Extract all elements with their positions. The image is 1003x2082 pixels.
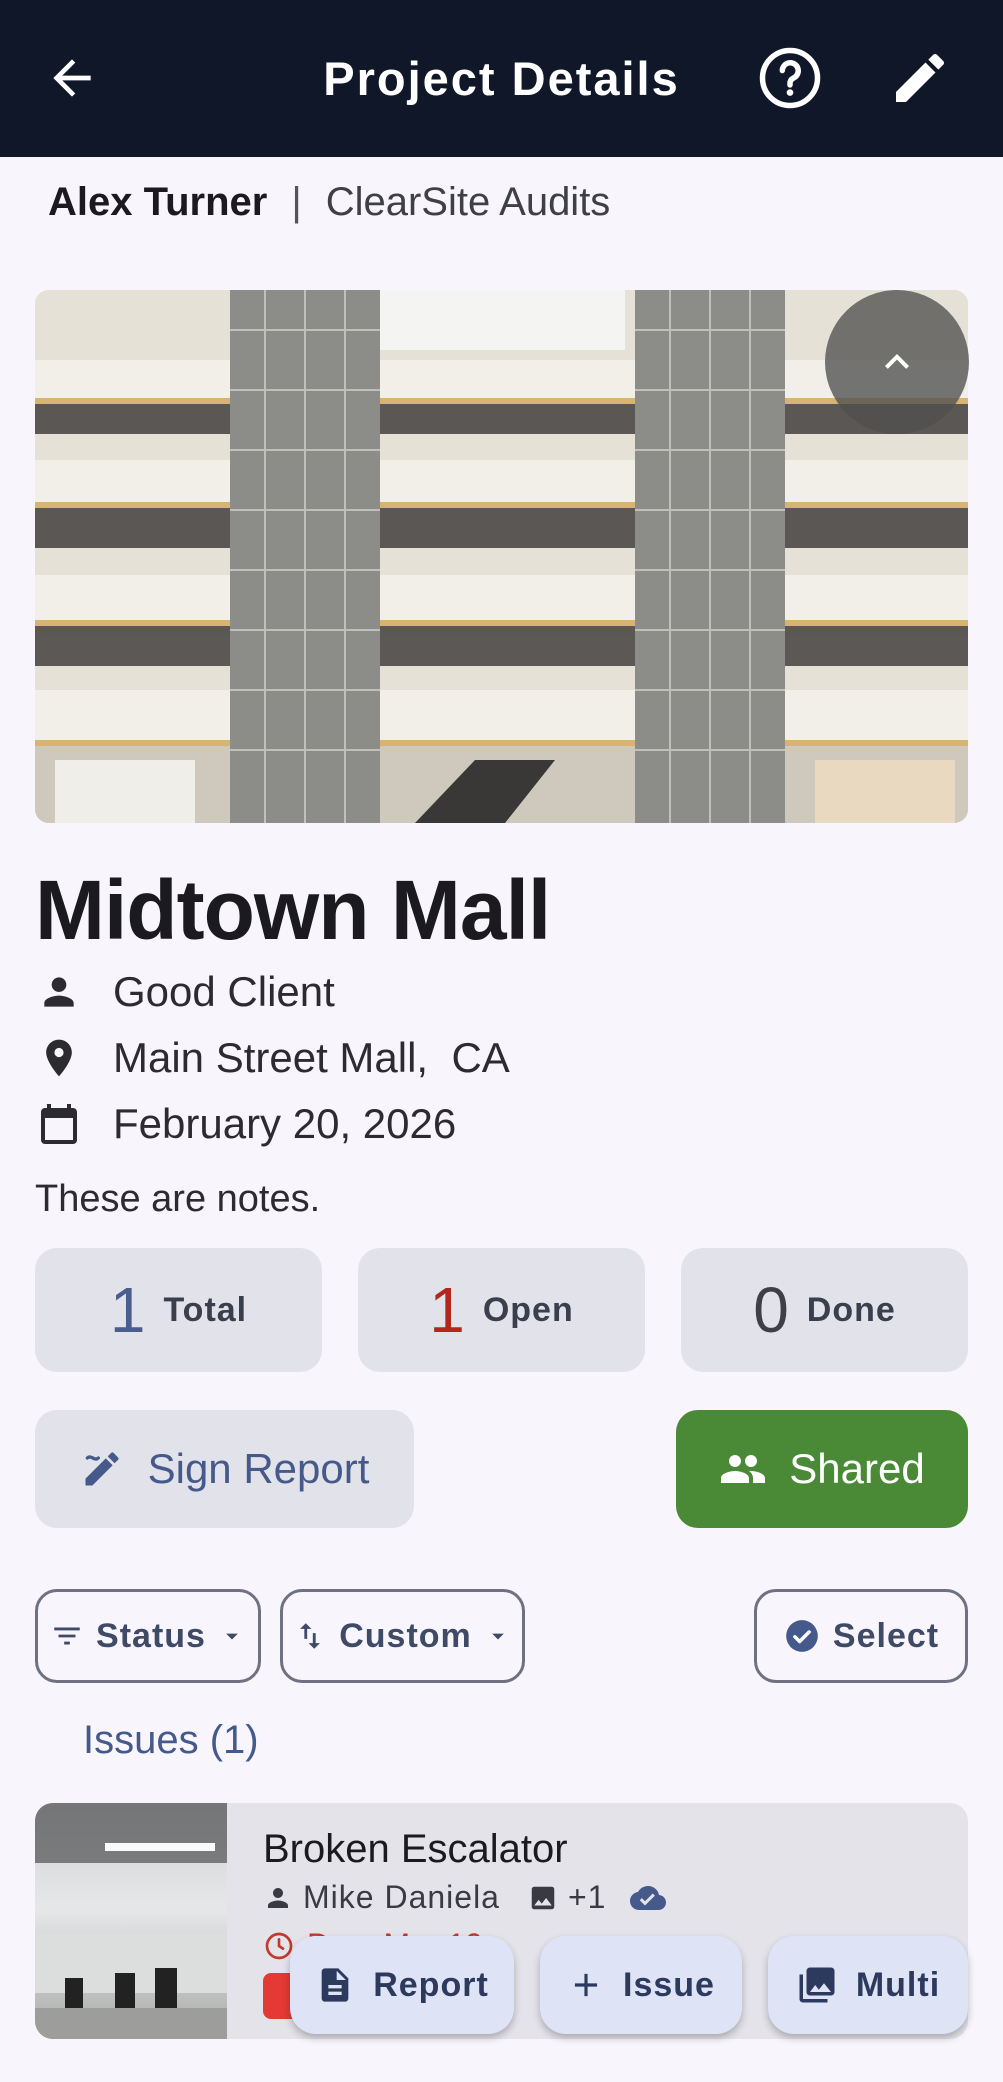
sign-report-button[interactable]: Sign Report <box>35 1410 414 1528</box>
stat-open[interactable]: 1 Open <box>358 1248 645 1372</box>
status-filter-label: Status <box>96 1616 206 1655</box>
select-label: Select <box>832 1616 940 1655</box>
issue-title: Broken Escalator <box>263 1827 568 1871</box>
user-company-line: Alex Turner | ClearSite Audits <box>48 180 610 225</box>
page-title: Project Details <box>323 52 680 105</box>
client-name: Good Client <box>113 968 335 1015</box>
arrow-back-icon <box>53 59 91 97</box>
project-name: Midtown Mall <box>35 863 551 957</box>
filter-list-icon <box>54 1627 80 1645</box>
issue-assignee: Mike Daniela <box>303 1879 500 1915</box>
stat-total[interactable]: 1 Total <box>35 1248 322 1372</box>
location-text: Main Street Mall, CA <box>113 1034 510 1081</box>
report-fab[interactable]: Report <box>290 1936 514 2034</box>
chevron-up-icon <box>885 354 909 369</box>
location-pin-icon <box>35 1034 83 1082</box>
photo-library-icon <box>799 1967 835 2003</box>
sort-chip[interactable]: Custom <box>280 1589 525 1683</box>
shared-button[interactable]: Shared <box>676 1410 968 1528</box>
image-icon <box>531 1886 555 1909</box>
people-icon <box>721 1455 766 1483</box>
project-date: February 20, 2026 <box>113 1100 457 1147</box>
project-notes: These are notes. <box>35 1178 321 1220</box>
multi-photo-fab-label: Multi <box>855 1965 941 2004</box>
shared-label: Shared <box>789 1445 925 1492</box>
stat-open-value: 1 <box>429 1274 465 1346</box>
add-issue-fab-label: Issue <box>623 1965 715 2004</box>
person-icon <box>35 968 83 1016</box>
edit-button[interactable] <box>880 38 960 118</box>
user-name: Alex Turner <box>48 180 268 224</box>
back-button[interactable] <box>32 38 112 118</box>
separator: | <box>291 180 302 224</box>
calendar-icon <box>35 1100 83 1148</box>
pencil-icon <box>896 53 945 102</box>
sort-arrows-icon <box>300 1623 321 1649</box>
plus-icon <box>574 1973 598 1997</box>
document-icon <box>321 1968 349 2002</box>
dropdown-arrow-icon <box>226 1633 238 1640</box>
sort-label: Custom <box>339 1616 472 1655</box>
stat-done-label: Done <box>806 1290 896 1329</box>
client-row: Good Client <box>35 968 335 1016</box>
collapse-photo-button[interactable] <box>825 290 969 434</box>
multi-photo-fab[interactable]: Multi <box>768 1936 968 2034</box>
select-chip[interactable]: Select <box>754 1589 968 1683</box>
stat-total-value: 1 <box>109 1274 146 1346</box>
stat-done-value: 0 <box>753 1274 789 1346</box>
stat-open-label: Open <box>482 1290 574 1329</box>
report-fab-label: Report <box>373 1965 489 2004</box>
person-icon <box>268 1887 288 1908</box>
status-filter-chip[interactable]: Status <box>35 1589 261 1683</box>
issues-heading: Issues (1) <box>83 1718 259 1762</box>
help-circle-icon <box>759 47 821 109</box>
office-image <box>35 1803 227 2039</box>
stat-total-label: Total <box>163 1290 248 1329</box>
app-bar: Project Details <box>0 0 1003 157</box>
cloud-done-icon <box>630 1885 667 1910</box>
issue-photo <box>35 1803 227 2039</box>
add-issue-fab[interactable]: Issue <box>540 1936 742 2034</box>
issue-meta: Mike Daniela +1 <box>263 1879 667 1916</box>
check-circle-icon <box>786 1620 818 1652</box>
company-name: ClearSite Audits <box>325 180 611 224</box>
dropdown-arrow-icon <box>491 1633 504 1640</box>
signature-icon <box>85 1452 119 1486</box>
location-row: Main Street Mall, CA <box>35 1034 510 1082</box>
date-row: February 20, 2026 <box>35 1100 456 1148</box>
issue-photo-count: +1 <box>567 1879 607 1915</box>
help-button[interactable] <box>750 38 830 118</box>
stat-done[interactable]: 0 Done <box>681 1248 968 1372</box>
sign-report-label: Sign Report <box>147 1445 370 1492</box>
